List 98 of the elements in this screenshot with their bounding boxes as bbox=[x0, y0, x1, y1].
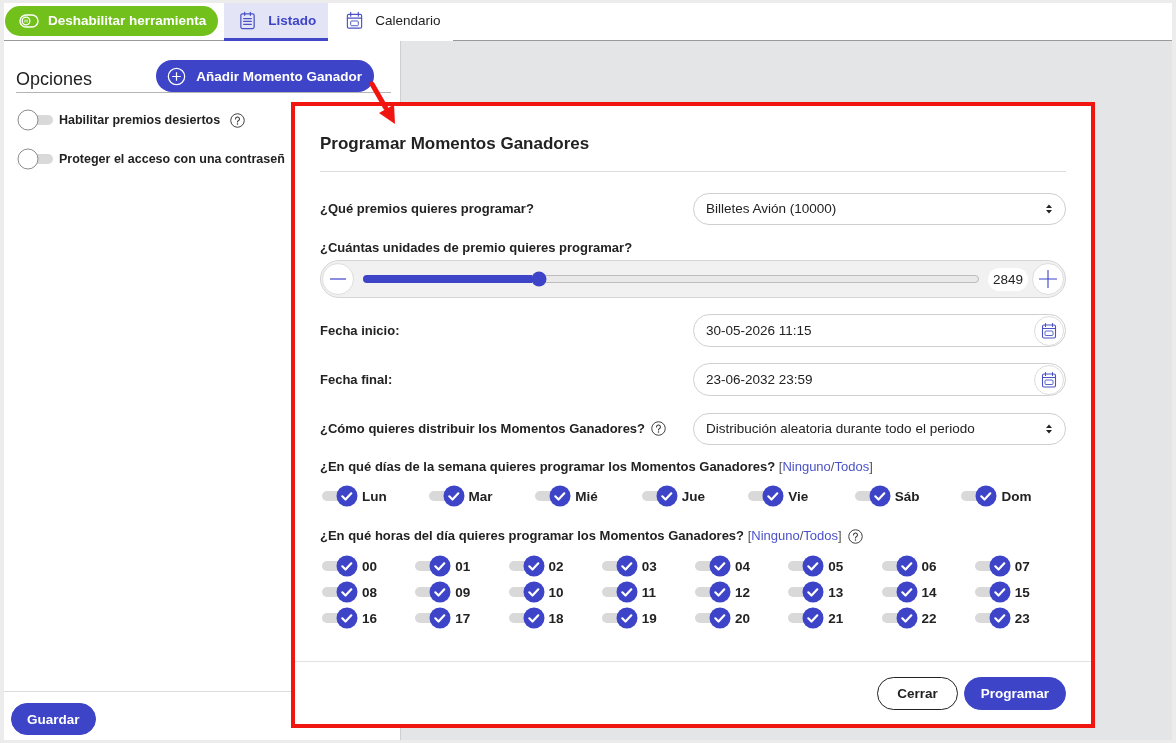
sort-caret-icon bbox=[1045, 202, 1053, 215]
toggle-switch[interactable] bbox=[320, 485, 358, 507]
days-question: ¿En qué días de la semana quieres programar los Momentos Ganadores? [Ninguno/Todos] bbox=[320, 458, 873, 476]
close-button[interactable]: Cerrar bbox=[877, 677, 958, 710]
hour-label: 19 bbox=[641, 610, 657, 626]
list-icon bbox=[238, 11, 258, 30]
toggle-switch[interactable] bbox=[320, 581, 358, 603]
sort-caret-icon bbox=[1045, 422, 1053, 435]
hour-label: 12 bbox=[735, 584, 751, 600]
day-label: Lun bbox=[362, 488, 387, 504]
hour-label: 08 bbox=[362, 584, 378, 600]
day-label: Jue bbox=[681, 488, 705, 504]
hour-label: 09 bbox=[455, 584, 471, 600]
day-label: Vie bbox=[788, 488, 809, 504]
toggle-switch[interactable] bbox=[413, 607, 452, 629]
toggle-switch[interactable] bbox=[972, 581, 1011, 603]
toggle-switch[interactable] bbox=[746, 485, 785, 507]
save-button[interactable]: Guardar bbox=[11, 703, 96, 735]
toggle-switch[interactable] bbox=[426, 485, 465, 507]
hour-label: 01 bbox=[455, 558, 471, 574]
field-label: Fecha inicio: bbox=[320, 323, 400, 338]
option-label: Habilitar premios desiertos bbox=[59, 113, 221, 127]
hours-question: ¿En qué horas del día quieres programar los Momentos Ganadores? [Ninguno/Todos] bbox=[320, 527, 842, 545]
hour-label: 07 bbox=[1014, 558, 1030, 574]
hour-label: 23 bbox=[1014, 610, 1030, 626]
toggle-switch[interactable] bbox=[17, 148, 55, 170]
toggle-switch[interactable] bbox=[959, 485, 998, 507]
toggle-switch[interactable] bbox=[972, 555, 1011, 577]
toggle-switch[interactable] bbox=[413, 555, 452, 577]
toggle-switch[interactable] bbox=[879, 555, 918, 577]
help-icon[interactable] bbox=[230, 112, 246, 128]
toggle-switch[interactable] bbox=[506, 607, 545, 629]
toggle-icon bbox=[19, 13, 39, 28]
field-label: ¿Cuántas unidades de premio quieres programar? bbox=[320, 239, 633, 257]
calendar-icon bbox=[345, 11, 365, 30]
hour-label: 11 bbox=[641, 584, 657, 600]
field-label: ¿Qué premios quieres programar? bbox=[320, 201, 534, 216]
minus-icon bbox=[330, 278, 346, 280]
toggle-switch[interactable] bbox=[693, 607, 731, 629]
toggle-switch[interactable] bbox=[786, 581, 825, 603]
toggle-switch[interactable] bbox=[599, 581, 638, 603]
hour-label: 02 bbox=[548, 558, 564, 574]
slider-value: 2849 bbox=[987, 267, 1028, 291]
hour-label: 18 bbox=[548, 610, 564, 626]
slider-handle[interactable] bbox=[531, 271, 547, 287]
hour-label: 22 bbox=[921, 610, 937, 626]
submit-button[interactable]: Programar bbox=[963, 677, 1066, 710]
hour-label: 13 bbox=[828, 584, 844, 600]
hour-label: 10 bbox=[548, 584, 564, 600]
toggle-switch[interactable] bbox=[639, 485, 678, 507]
hour-label: 06 bbox=[921, 558, 937, 574]
hour-label: 16 bbox=[362, 610, 378, 626]
hour-label: 00 bbox=[362, 558, 378, 574]
day-label: Dom bbox=[1001, 488, 1032, 504]
toggle-switch[interactable] bbox=[693, 581, 731, 603]
toggle-switch[interactable] bbox=[413, 581, 452, 603]
toggle-switch[interactable] bbox=[599, 555, 638, 577]
panel-title: Opciones bbox=[16, 68, 93, 90]
toggle-switch[interactable] bbox=[506, 555, 545, 577]
toggle-switch[interactable] bbox=[786, 607, 825, 629]
toggle-switch[interactable] bbox=[599, 607, 638, 629]
calendar-icon[interactable] bbox=[1034, 364, 1064, 395]
hour-label: 05 bbox=[828, 558, 844, 574]
field-label: Fecha final: bbox=[320, 372, 393, 387]
help-icon[interactable] bbox=[651, 421, 667, 436]
toggle-switch[interactable] bbox=[786, 555, 825, 577]
plus-circle-icon bbox=[167, 66, 187, 86]
select-none-link[interactable]: Ninguno bbox=[751, 528, 800, 543]
toggle-switch[interactable] bbox=[506, 581, 545, 603]
toggle-switch[interactable] bbox=[693, 555, 731, 577]
hour-label: 03 bbox=[641, 558, 657, 574]
increase-button[interactable] bbox=[1032, 263, 1064, 295]
add-winning-moment-button[interactable]: Añadir Momento Ganador bbox=[156, 60, 374, 92]
decrease-button[interactable] bbox=[322, 263, 354, 295]
toggle-switch[interactable] bbox=[533, 485, 572, 507]
hour-label: 20 bbox=[735, 610, 751, 626]
hour-label: 15 bbox=[1014, 584, 1030, 600]
help-icon[interactable] bbox=[847, 528, 863, 544]
plus-icon bbox=[1039, 270, 1057, 288]
toggle-switch[interactable] bbox=[17, 109, 55, 131]
day-label: Mar bbox=[468, 488, 493, 504]
tab[interactable]: Listado bbox=[224, 3, 329, 41]
toggle-switch[interactable] bbox=[972, 607, 1011, 629]
hour-label: 21 bbox=[828, 610, 844, 626]
toggle-switch[interactable] bbox=[320, 555, 358, 577]
calendar-icon[interactable] bbox=[1034, 315, 1064, 346]
toggle-switch[interactable] bbox=[879, 581, 918, 603]
hour-label: 17 bbox=[455, 610, 471, 626]
hour-label: 14 bbox=[921, 584, 937, 600]
toggle-switch[interactable] bbox=[879, 607, 918, 629]
hour-label: 04 bbox=[735, 558, 751, 574]
toggle-switch[interactable] bbox=[320, 607, 358, 629]
toggle-switch[interactable] bbox=[852, 485, 891, 507]
field-label: ¿Cómo quieres distribuir los Momentos Ganadores? bbox=[320, 421, 646, 436]
option-label: Proteger el acceso con una contraseñ bbox=[59, 152, 285, 166]
day-label: Sáb bbox=[894, 488, 920, 504]
select-none-link[interactable]: Ninguno bbox=[782, 459, 831, 474]
day-label: Mié bbox=[575, 488, 598, 504]
